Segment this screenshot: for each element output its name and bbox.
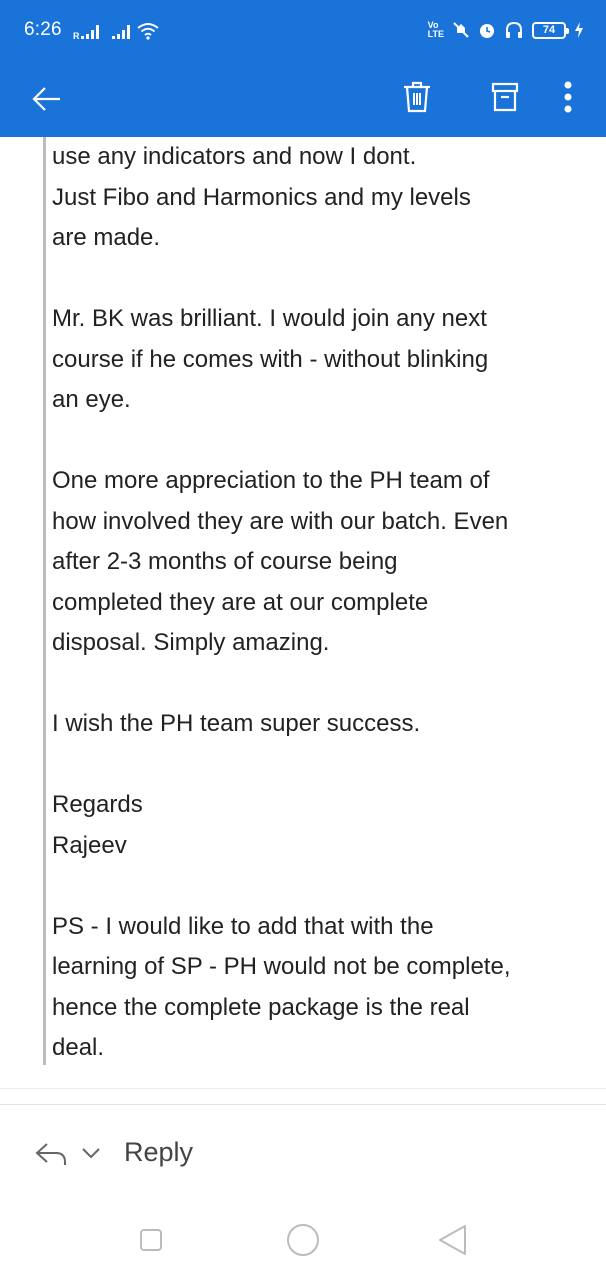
message-line: Rajeev: [52, 831, 127, 859]
message-line: disposal. Simply amazing.: [52, 629, 330, 656]
status-left-icons: R: [73, 20, 159, 40]
archive-button[interactable]: [480, 72, 530, 122]
svg-text:R: R: [73, 31, 80, 40]
message-line: learning of SP - PH would not be complet…: [52, 953, 511, 980]
arrow-left-icon: [32, 87, 60, 111]
quoted-message: use any indicators and now I dont. Just …: [52, 137, 592, 1069]
divider: [0, 1088, 606, 1089]
status-right-icons: Vo LTE 74: [428, 17, 584, 43]
wifi-icon: [137, 23, 159, 40]
alarm-icon: [480, 24, 494, 38]
home-button[interactable]: [283, 1220, 323, 1260]
headphones-icon: [506, 21, 522, 38]
charging-icon: [575, 22, 583, 38]
volte-icon: Vo LTE: [428, 21, 444, 39]
message-line: are made.: [52, 224, 161, 251]
message-paragraph: I wish the PH team super success.: [52, 704, 592, 745]
message-line: One more appreciation to the PH team of: [52, 467, 490, 494]
navigation-bar: [0, 1200, 606, 1280]
message-line: Mr. BK was brilliant. I would join any n…: [52, 305, 487, 332]
triangle-back-icon: [439, 1225, 466, 1255]
quote-bar: [43, 137, 46, 1065]
message-line: how involved they are with our batch. Ev…: [52, 507, 509, 535]
system-back-button[interactable]: [433, 1220, 473, 1260]
signal-icon: R: [73, 25, 99, 40]
circle-icon: [287, 1224, 319, 1256]
message-paragraph: Mr. BK was brilliant. I would join any n…: [52, 299, 592, 421]
delete-button[interactable]: [392, 72, 442, 122]
status-time: 6:26: [24, 19, 62, 40]
message-line: an eye.: [52, 386, 131, 413]
message-paragraph: One more appreciation to the PH team of …: [52, 461, 592, 664]
chevron-down-icon[interactable]: [80, 1143, 102, 1163]
message-line: I wish the PH team super success.: [52, 710, 421, 737]
reply-button[interactable]: Reply: [124, 1137, 193, 1168]
message-line: hence the complete package is the real: [52, 993, 470, 1021]
message-line: completed they are at our complete: [52, 588, 429, 616]
message-paragraph: Regards Rajeev: [52, 785, 592, 866]
message-line: after 2-3 months of course being: [52, 548, 398, 575]
more-vertical-icon: [564, 81, 572, 113]
mute-icon: [453, 22, 469, 38]
reply-bar: Reply: [0, 1105, 606, 1200]
message-line: course if he comes with - without blinki…: [52, 345, 489, 373]
volte-bottom: LTE: [427, 29, 444, 39]
back-button[interactable]: [22, 74, 72, 124]
battery-icon: 74: [532, 21, 569, 39]
square-icon: [140, 1229, 162, 1251]
message-body: use any indicators and now I dont. Just …: [0, 137, 606, 1087]
archive-icon: [491, 82, 519, 112]
message-line: deal.: [52, 1034, 105, 1061]
recents-button[interactable]: [131, 1220, 171, 1260]
signal-2-icon: [112, 25, 130, 39]
message-paragraph: PS - I would like to add that with the l…: [52, 907, 592, 1069]
message-line: Regards: [52, 791, 143, 818]
reply-icon[interactable]: [34, 1139, 68, 1169]
more-options-button[interactable]: [548, 72, 588, 122]
trash-icon: [404, 81, 430, 113]
message-paragraph: use any indicators and now I dont. Just …: [52, 137, 592, 259]
message-line: use any indicators and now I dont.: [52, 143, 417, 170]
app-bar: [0, 60, 606, 137]
message-line: Just Fibo and Harmonics and my levels: [52, 183, 471, 211]
message-line: PS - I would like to add that with the: [52, 912, 434, 940]
status-bar: 6:26 R Vo LTE 74: [0, 0, 606, 60]
